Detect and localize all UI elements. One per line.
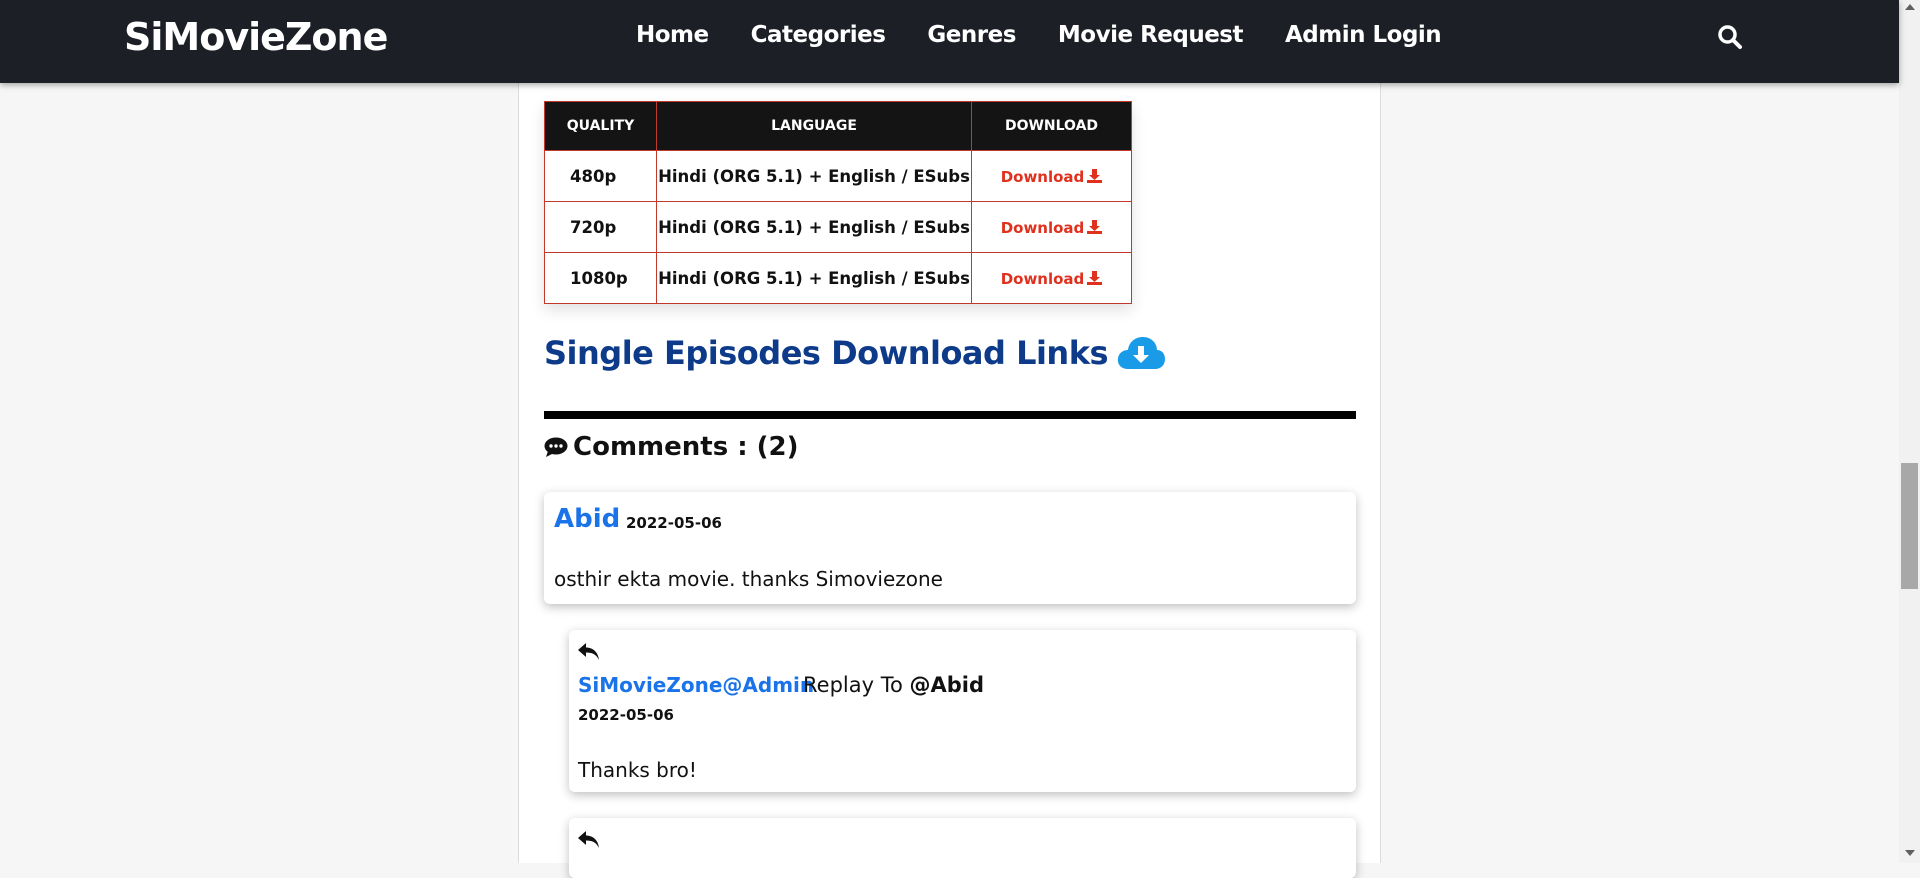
comment-date: 2022-05-06	[626, 514, 722, 532]
reply-text: Thanks bro!	[578, 758, 697, 782]
language-cell: Hindi (ORG 5.1) + English / ESubs	[656, 201, 972, 253]
reply-to-user: @Abid	[909, 673, 985, 697]
nav-menu: Home Categories Genres Movie Request Adm…	[636, 22, 1483, 48]
download-icon	[1087, 168, 1103, 183]
nav-link-genres[interactable]: Genres	[927, 22, 1016, 48]
top-navbar: SiMovieZone Home Categories Genres Movie…	[0, 0, 1899, 83]
download-link[interactable]: Download	[1001, 219, 1103, 237]
reply-card	[569, 818, 1356, 878]
quality-cell: 720p	[544, 201, 657, 253]
column-header-language: LANGUAGE	[656, 101, 972, 151]
download-link[interactable]: Download	[1001, 168, 1103, 186]
download-cell: Download	[971, 252, 1132, 304]
download-link-label: Download	[1000, 218, 1085, 237]
language-cell: Hindi (ORG 5.1) + English / ESubs	[656, 150, 972, 202]
scroll-down-arrow-icon[interactable]	[1905, 850, 1915, 856]
reply-date: 2022-05-06	[578, 706, 674, 724]
reply-card: SiMovieZone@Admin Replay To @Abid 2022-0…	[569, 630, 1356, 792]
quality-cell: 480p	[544, 150, 657, 202]
nav-link-home[interactable]: Home	[636, 22, 709, 48]
comments-count-label: Comments : (2)	[573, 432, 799, 462]
column-header-download: DOWNLOAD	[971, 101, 1132, 151]
table-header-row: QUALITY LANGUAGE DOWNLOAD	[544, 101, 1132, 151]
download-icon	[1087, 219, 1103, 234]
table-row: 720p Hindi (ORG 5.1) + English / ESubs D…	[544, 201, 1132, 253]
download-table: QUALITY LANGUAGE DOWNLOAD 480p Hindi (OR…	[544, 101, 1132, 304]
reply-arrow-icon[interactable]	[578, 643, 600, 665]
search-icon[interactable]	[1717, 24, 1745, 52]
comment-author[interactable]: Abid	[554, 504, 620, 534]
nav-link-categories[interactable]: Categories	[751, 22, 886, 48]
episodes-heading: Single Episodes Download Links	[544, 334, 1166, 372]
comments-title: Comments : (2)	[544, 432, 799, 462]
reply-arrow-icon[interactable]	[578, 831, 600, 853]
column-header-quality: QUALITY	[544, 101, 657, 151]
reply-to-label: Replay To @Abid	[803, 673, 984, 697]
episodes-heading-text: Single Episodes Download Links	[544, 334, 1109, 372]
site-logo[interactable]: SiMovieZone	[124, 15, 388, 59]
download-cell: Download	[971, 201, 1132, 253]
download-icon	[1087, 270, 1103, 285]
scrollbar-thumb[interactable]	[1901, 463, 1918, 589]
table-row: 1080p Hindi (ORG 5.1) + English / ESubs …	[544, 252, 1132, 304]
comment-card: Abid 2022-05-06 osthir ekta movie. thank…	[544, 492, 1356, 604]
reply-author[interactable]: SiMovieZone@Admin	[578, 673, 814, 697]
table-row: 480p Hindi (ORG 5.1) + English / ESubs D…	[544, 150, 1132, 202]
comment-bubbles-icon	[544, 437, 568, 457]
download-link[interactable]: Download	[1001, 270, 1103, 288]
download-link-label: Download	[1000, 269, 1085, 288]
cloud-download-icon	[1117, 337, 1166, 369]
nav-link-admin-login[interactable]: Admin Login	[1285, 22, 1442, 48]
nav-link-movie-request[interactable]: Movie Request	[1058, 22, 1244, 48]
quality-cell: 1080p	[544, 252, 657, 304]
comment-text: osthir ekta movie. thanks Simoviezone	[554, 567, 943, 591]
reply-to-text: Replay To	[803, 673, 903, 697]
scroll-up-arrow-icon[interactable]	[1905, 4, 1915, 10]
vertical-scrollbar[interactable]	[1899, 0, 1920, 863]
download-cell: Download	[971, 150, 1132, 202]
download-link-label: Download	[1000, 167, 1085, 186]
language-cell: Hindi (ORG 5.1) + English / ESubs	[656, 252, 972, 304]
section-divider	[544, 411, 1356, 419]
